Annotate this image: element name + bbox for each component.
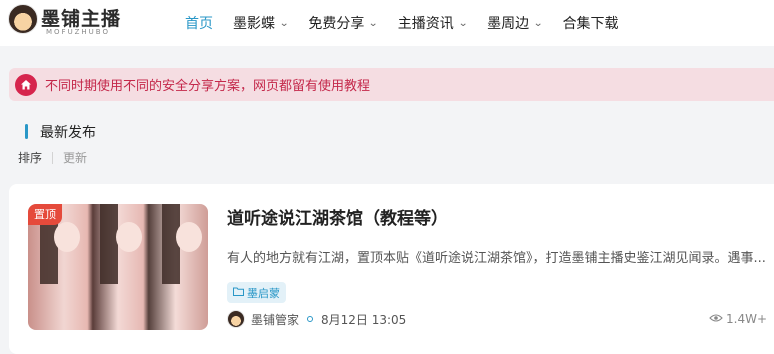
sort-label: 排序: [18, 151, 43, 165]
pinned-badge: 置顶: [28, 204, 62, 225]
thumbnail-detail: [54, 222, 80, 252]
view-count-value: 1.4W+: [726, 312, 768, 326]
logo-title: 墨铺主播: [41, 8, 122, 30]
nav-label: 免费分享: [308, 16, 365, 32]
home-icon: [15, 73, 37, 96]
chevron-down-icon: ⌄: [279, 17, 290, 29]
dot-icon: [307, 316, 314, 322]
nav-item-streamer-news[interactable]: 主播资讯 ⌄: [397, 13, 469, 33]
tag-label: 墨启蒙: [247, 286, 280, 300]
chevron-down-icon: ⌄: [457, 17, 469, 29]
category-tag[interactable]: 墨启蒙: [227, 282, 286, 303]
author-avatar[interactable]: [227, 310, 245, 328]
nav-label: 墨影蝶: [233, 16, 275, 32]
sort-bar: 排序 更新: [18, 149, 87, 166]
site-header: 墨铺主播 MOFUZHUBO 首页 墨影蝶 ⌄ 免费分享 ⌄ 主播资讯 ⌄ 墨周…: [0, 0, 774, 46]
section-title: 最新发布: [40, 125, 96, 141]
logo-avatar: [8, 4, 38, 34]
nav-item-moyingdie[interactable]: 墨影蝶 ⌄: [233, 13, 290, 33]
author-name[interactable]: 墨铺管家: [251, 311, 299, 328]
sort-option-updated[interactable]: 更新: [63, 149, 87, 166]
post-card[interactable]: 置顶 道听途说江湖茶馆（教程等） 有人的地方就有江湖，置顶本贴《道听途说江湖茶馆…: [9, 184, 774, 354]
eye-icon: [709, 312, 723, 326]
site-logo[interactable]: 墨铺主播 MOFUZHUBO: [8, 4, 120, 40]
thumbnail-detail: [116, 222, 142, 252]
notice-text: 不同时期使用不同的安全分享方案，网页都留有使用教程: [45, 79, 371, 94]
nav-label: 主播资讯: [397, 16, 454, 32]
post-title[interactable]: 道听途说江湖茶馆（教程等）: [227, 204, 448, 229]
thumbnail-detail: [100, 204, 118, 284]
thumbnail-detail: [176, 222, 202, 252]
view-count: 1.4W+: [709, 312, 767, 326]
post-date: 8月12日 13:05: [321, 312, 407, 327]
post-thumbnail[interactable]: 置顶: [28, 204, 208, 330]
nav-label: 墨周边: [487, 16, 530, 32]
post-excerpt: 有人的地方就有江湖，置顶本贴《道听途说江湖茶馆》，打造墨铺主播史鉴江湖见闻录。遇…: [227, 251, 766, 266]
section-accent-bar: [25, 124, 28, 139]
notice-bar: 不同时期使用不同的安全分享方案，网页都留有使用教程: [9, 68, 774, 101]
nav-item-free-share[interactable]: 免费分享 ⌄: [308, 13, 379, 33]
nav-label: 首页: [185, 16, 213, 32]
nav-label: 合集下载: [562, 16, 619, 32]
nav-item-merch[interactable]: 墨周边 ⌄: [487, 13, 544, 33]
post-meta: 墨铺管家 8月12日 13:05: [227, 309, 406, 329]
main-nav: 首页 墨影蝶 ⌄ 免费分享 ⌄ 主播资讯 ⌄ 墨周边 ⌄ 合集下载: [185, 0, 639, 46]
divider: [52, 151, 54, 164]
nav-item-home[interactable]: 首页: [185, 13, 213, 33]
nav-item-collection-download[interactable]: 合集下载: [563, 13, 619, 33]
folder-icon: [233, 286, 244, 299]
logo-subtitle: MOFUZHUBO: [46, 28, 110, 36]
chevron-down-icon: ⌄: [533, 17, 544, 29]
chevron-down-icon: ⌄: [368, 17, 379, 29]
